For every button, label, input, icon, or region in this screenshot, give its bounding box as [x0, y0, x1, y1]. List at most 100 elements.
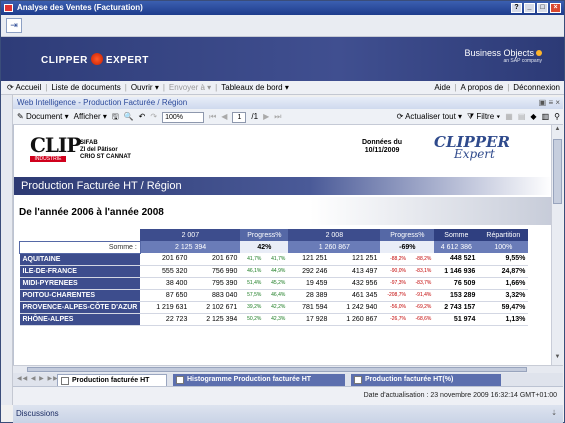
val-2008-a: 19 459	[288, 277, 331, 290]
nav-accueil[interactable]: ⟳ Accueil	[7, 81, 41, 95]
company-name: SIFAB	[80, 140, 98, 146]
document-menu-label: Document ▾	[25, 112, 69, 121]
val-2008-b: 432 956	[330, 277, 381, 290]
tool-icon-4[interactable]: ▥	[542, 109, 550, 125]
somme-row: Somme : 2 125 394 42% 1 260 867 -69% 4 6…	[19, 240, 529, 254]
report-tab-icon	[354, 376, 362, 384]
discussions-panel[interactable]: Discussions ⇣	[13, 405, 563, 423]
val-2007-b: 201 670	[190, 253, 241, 266]
val-2008-a: 28 389	[288, 289, 331, 302]
last-page-icon[interactable]: ⏭	[274, 109, 281, 125]
report-toolbar: ✎ Document ▾ Afficher ▾ 🖫 🔍 ↶ ↷ 100% ⏮ ◀…	[13, 109, 563, 125]
afficher-menu[interactable]: Afficher ▾	[74, 109, 107, 125]
page-input[interactable]: 1	[232, 111, 247, 123]
search-icon[interactable]: ⚲	[554, 109, 560, 125]
exit-door-icon[interactable]: ⇥	[6, 18, 22, 33]
first-page-icon[interactable]: ⏮	[209, 109, 216, 125]
region-cell: RHÔNE-ALPES	[19, 313, 141, 326]
discussions-label: Discussions	[16, 409, 59, 418]
repartition-cell: 1,66%	[478, 277, 529, 290]
horizontal-scrollbar[interactable]	[13, 365, 563, 373]
prev-page-icon[interactable]: ◀	[221, 109, 227, 125]
logo-dot-icon	[90, 53, 103, 65]
prog1-a: 46,1%	[240, 265, 265, 278]
undo-icon[interactable]: ↶	[139, 109, 146, 125]
window-controls: ? _ □ ×	[511, 3, 561, 13]
data-date: Données du 10/11/2009	[362, 139, 402, 155]
left-panel-strip[interactable]	[1, 95, 13, 405]
scroll-thumb[interactable]	[553, 139, 562, 204]
app-window: Analyse des Ventes (Facturation) ? _ □ ×…	[0, 0, 565, 423]
tab-nav-arrows[interactable]: ◀◀ ◀ ▶ ▶▶	[17, 375, 59, 382]
table-row: MIDI-PYRENEES 38 400 795 390 51,4% 45,2%…	[19, 277, 529, 290]
nav-aide[interactable]: Aide	[434, 81, 450, 95]
prog1-a: 57,5%	[240, 289, 265, 302]
nav-apropos[interactable]: A propos de	[461, 81, 504, 95]
tab-histogramme-label: Histogramme Production facturée HT	[187, 376, 312, 383]
tab-production-facturee[interactable]: Production facturée HT	[57, 374, 167, 386]
table-row: RHÔNE-ALPES 22 723 2 125 394 50,2% 42,3%…	[19, 313, 529, 326]
col-repartition: Répartition	[478, 229, 529, 241]
tool-icon-2[interactable]: ▤	[518, 109, 526, 125]
tool-icon-1[interactable]: ▦	[505, 109, 513, 125]
prog2-a: -56,0%	[380, 301, 409, 314]
next-page-icon[interactable]: ▶	[263, 109, 269, 125]
nav-deconnexion[interactable]: Déconnexion	[513, 81, 560, 95]
save-icon[interactable]: 🖫	[112, 109, 119, 125]
close-icon[interactable]: ×	[550, 3, 561, 13]
tool-icon-3[interactable]: ◆	[530, 109, 536, 125]
nav-ouvrir[interactable]: Ouvrir ▾	[131, 81, 159, 95]
expand-icon[interactable]: ⇣	[551, 405, 557, 423]
val-2007-b: 756 990	[190, 265, 241, 278]
prog2-a: -97,3%	[380, 277, 409, 290]
prog2-a: -88,2%	[380, 253, 409, 266]
prog1-b: 44,9%	[264, 265, 289, 278]
status-bar: Date d'actualisation : 23 novembre 2009 …	[13, 387, 563, 405]
val-2008-b: 461 345	[330, 289, 381, 302]
repartition-cell: 24,87%	[478, 265, 529, 278]
nav-envoyer[interactable]: Envoyer à ▾	[169, 81, 211, 95]
region-cell: ILE-DE-FRANCE	[19, 265, 141, 278]
prog2-b: -83,7%	[408, 277, 435, 290]
col-somme: Somme	[434, 229, 479, 241]
title-bar: Analyse des Ventes (Facturation) ? _ □ ×	[1, 1, 564, 15]
minimize-icon[interactable]: _	[524, 3, 535, 13]
vertical-scrollbar[interactable]: ▲ ▼	[551, 125, 563, 365]
find-icon[interactable]: 🔍	[124, 109, 134, 125]
refresh-menu[interactable]: ⟳ Actualiser tout ▾	[397, 109, 462, 125]
table-row: PROVENCE-ALPES-CÔTE D'AZUR 1 219 631 2 1…	[19, 301, 529, 314]
tab-production-pct[interactable]: Production facturée HT(%)	[351, 374, 501, 386]
scroll-up-icon[interactable]: ▲	[553, 126, 562, 136]
val-2008-a: 781 594	[288, 301, 331, 314]
prog2-b: -91,4%	[408, 289, 435, 302]
val-2008-b: 121 251	[330, 253, 381, 266]
wi-title-bar: Web Intelligence - Production Facturée /…	[13, 97, 563, 109]
wi-window-controls[interactable]: ▣ ≡ ×	[539, 97, 560, 109]
report-title: Production Facturée HT / Région	[14, 177, 551, 195]
prog1-a: 41,7%	[240, 253, 265, 266]
prog2-b: -69,2%	[408, 301, 435, 314]
document-menu[interactable]: ✎ Document ▾	[17, 109, 69, 125]
val-2007-b: 2 102 671	[190, 301, 241, 314]
filter-menu[interactable]: ⧩ Filtre ▾	[467, 109, 500, 125]
prog2-a: -26,7%	[380, 313, 409, 326]
zoom-select[interactable]: 100%	[162, 111, 205, 123]
repartition-cell: 3,32%	[478, 289, 529, 302]
nav-liste[interactable]: Liste de documents	[51, 81, 120, 95]
help-icon[interactable]: ?	[511, 3, 522, 13]
prog2-a: -90,0%	[380, 265, 409, 278]
redo-icon[interactable]: ↷	[150, 109, 157, 125]
somme-cell: 1 146 936	[434, 265, 479, 278]
nav-tableaux[interactable]: Tableaux de bord ▾	[221, 81, 289, 95]
maximize-icon[interactable]: □	[537, 3, 548, 13]
hscroll-thumb[interactable]	[27, 367, 527, 372]
scroll-down-icon[interactable]: ▼	[553, 354, 562, 364]
tab-histogramme[interactable]: Histogramme Production facturée HT	[173, 374, 345, 386]
bo-dot-icon	[536, 50, 542, 56]
region-cell: PROVENCE-ALPES-CÔTE D'AZUR	[19, 301, 141, 314]
repartition-cell: 9,55%	[478, 253, 529, 266]
val-2008-a: 17 928	[288, 313, 331, 326]
company-address: SIFAB ZI del Pâtisor CRIO ST CANNAT	[80, 140, 131, 161]
report-tab-icon	[61, 377, 69, 385]
val-2007-b: 2 125 394	[190, 313, 241, 326]
